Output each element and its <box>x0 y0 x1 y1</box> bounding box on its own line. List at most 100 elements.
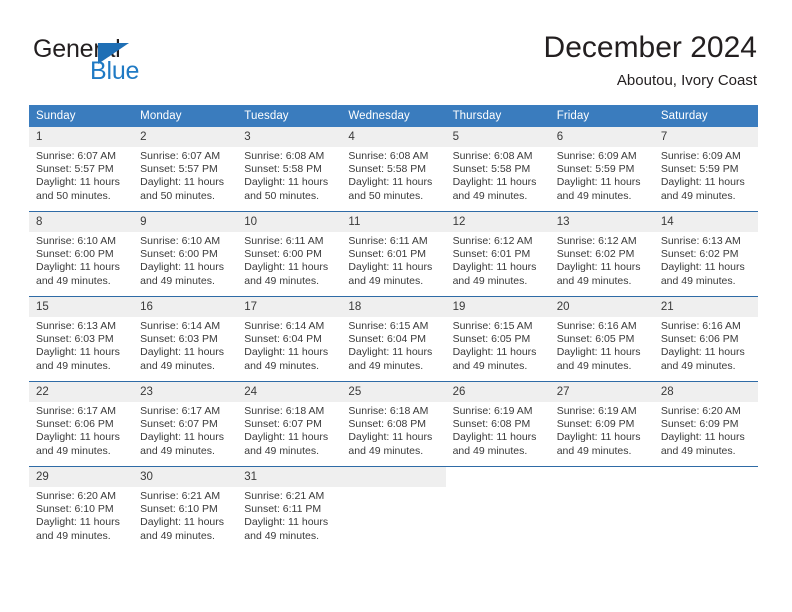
calendar-day-cell[interactable]: 13 Sunrise: 6:12 AM Sunset: 6:02 PM Dayligh… <box>549 211 654 297</box>
sunrise-text: Sunrise: 6:09 AM <box>660 150 741 162</box>
day-info: Sunrise: 6:08 AM Sunset: 5:58 PM Daylight:… <box>237 147 341 203</box>
day-info: Sunrise: 6:20 AM Sunset: 6:10 PM Daylight:… <box>29 487 133 543</box>
day-info: Sunrise: 6:19 AM Sunset: 6:09 PM Daylight:… <box>550 402 654 458</box>
calendar-day-cell[interactable]: 17 Sunrise: 6:14 AM Sunset: 6:04 PM Dayligh… <box>237 296 342 382</box>
day-cell-inner: 28 Sunrise: 6:20 AM Sunset: 6:09 PM Dayligh… <box>653 382 758 466</box>
daylight-text-line2: and 49 minutes. <box>660 359 736 372</box>
daylight-text-line2: and 49 minutes. <box>452 189 528 202</box>
calendar-day-cell[interactable]: 1 Sunrise: 6:07 AM Sunset: 5:57 PM Daylight… <box>29 127 134 212</box>
sunset-text: Sunset: 6:03 PM <box>140 333 218 346</box>
calendar-day-cell[interactable]: 31 Sunrise: 6:21 AM Sunset: 6:11 PM Dayligh… <box>237 466 342 551</box>
calendar-day-cell[interactable]: 10 Sunrise: 6:11 AM Sunset: 6:00 PM Dayligh… <box>237 211 342 297</box>
calendar-day-cell[interactable]: 9 Sunrise: 6:10 AM Sunset: 6:00 PM Daylight… <box>133 211 238 297</box>
day-number: 31 <box>237 467 342 487</box>
day-info: Sunrise: 6:13 AM Sunset: 6:03 PM Daylight:… <box>29 317 133 373</box>
calendar-day-cell <box>653 466 758 551</box>
daylight-text-line2: and 49 minutes. <box>244 529 319 542</box>
calendar-body: 1 Sunrise: 6:07 AM Sunset: 5:57 PM Daylight… <box>29 127 758 551</box>
sunrise-text: Sunrise: 6:21 AM <box>140 490 221 502</box>
sunrise-text: Sunrise: 6:15 AM <box>348 320 429 332</box>
calendar-page: General Blue December 2024 Aboutou, Ivor… <box>0 0 792 612</box>
day-number: 26 <box>445 382 550 402</box>
calendar-day-cell[interactable]: 15 Sunrise: 6:13 AM Sunset: 6:03 PM Dayligh… <box>29 296 134 382</box>
day-number: 28 <box>653 382 758 402</box>
day-cell-inner: 23 Sunrise: 6:17 AM Sunset: 6:07 PM Dayligh… <box>133 382 238 466</box>
day-cell-inner: 22 Sunrise: 6:17 AM Sunset: 6:06 PM Dayligh… <box>29 382 134 466</box>
weekday-header-monday: Monday <box>133 105 238 127</box>
day-info: Sunrise: 6:14 AM Sunset: 6:03 PM Daylight:… <box>133 317 237 373</box>
day-cell-inner <box>654 467 758 551</box>
calendar-day-cell[interactable]: 5 Sunrise: 6:08 AM Sunset: 5:58 PM Daylight… <box>445 127 550 212</box>
calendar-day-cell <box>341 466 446 551</box>
sunset-text: Sunset: 6:05 PM <box>556 333 635 346</box>
calendar-day-cell[interactable]: 27 Sunrise: 6:19 AM Sunset: 6:09 PM Dayligh… <box>549 381 654 467</box>
sunset-text: Sunset: 6:07 PM <box>244 418 322 431</box>
calendar-day-cell[interactable]: 22 Sunrise: 6:17 AM Sunset: 6:06 PM Dayligh… <box>29 381 134 467</box>
daylight-text-line1: Daylight: 11 hours <box>660 261 745 274</box>
calendar-day-cell[interactable]: 21 Sunrise: 6:16 AM Sunset: 6:06 PM Dayligh… <box>653 296 758 382</box>
calendar-day-cell[interactable]: 3 Sunrise: 6:08 AM Sunset: 5:58 PM Daylight… <box>237 127 342 212</box>
calendar-day-cell[interactable]: 24 Sunrise: 6:18 AM Sunset: 6:07 PM Dayligh… <box>237 381 342 467</box>
sunrise-text: Sunrise: 6:11 AM <box>244 235 324 247</box>
daylight-text-line2: and 49 minutes. <box>140 359 215 372</box>
calendar-day-cell[interactable]: 16 Sunrise: 6:14 AM Sunset: 6:03 PM Dayligh… <box>133 296 238 382</box>
daylight-text-line1: Daylight: 11 hours <box>348 261 433 274</box>
location-subtitle: Aboutou, Ivory Coast <box>616 72 757 89</box>
day-number: 15 <box>29 297 134 317</box>
calendar-day-cell[interactable]: 20 Sunrise: 6:16 AM Sunset: 6:05 PM Dayligh… <box>549 296 654 382</box>
sunset-text: Sunset: 6:06 PM <box>36 418 114 431</box>
calendar-day-cell[interactable]: 29 Sunrise: 6:20 AM Sunset: 6:10 PM Dayligh… <box>29 466 134 551</box>
day-info: Sunrise: 6:13 AM Sunset: 6:02 PM Daylight:… <box>654 232 758 288</box>
daylight-text-line2: and 50 minutes. <box>348 189 424 202</box>
calendar-day-cell[interactable]: 14 Sunrise: 6:13 AM Sunset: 6:02 PM Dayligh… <box>653 211 758 297</box>
day-cell-inner: 20 Sunrise: 6:16 AM Sunset: 6:05 PM Dayligh… <box>549 297 654 381</box>
day-cell-inner: 11 Sunrise: 6:11 AM Sunset: 6:01 PM Dayligh… <box>341 212 446 296</box>
daylight-text-line1: Daylight: 11 hours <box>660 176 745 189</box>
calendar-day-cell[interactable]: 30 Sunrise: 6:21 AM Sunset: 6:10 PM Dayligh… <box>133 466 238 551</box>
sunset-text: Sunset: 6:05 PM <box>452 333 531 346</box>
sunset-text: Sunset: 6:01 PM <box>452 248 531 261</box>
day-cell-inner: 17 Sunrise: 6:14 AM Sunset: 6:04 PM Dayligh… <box>237 297 342 381</box>
daylight-text-line2: and 49 minutes. <box>244 274 319 287</box>
daylight-text-line2: and 49 minutes. <box>244 359 319 372</box>
page-title: December 2024 <box>543 31 757 64</box>
weekday-header-friday: Friday <box>549 105 654 127</box>
daylight-text-line1: Daylight: 11 hours <box>660 346 745 359</box>
day-cell-inner: 26 Sunrise: 6:19 AM Sunset: 6:08 PM Dayligh… <box>445 382 550 466</box>
calendar-day-cell[interactable]: 28 Sunrise: 6:20 AM Sunset: 6:09 PM Dayligh… <box>653 381 758 467</box>
day-info: Sunrise: 6:18 AM Sunset: 6:07 PM Daylight:… <box>237 402 341 458</box>
calendar-day-cell[interactable]: 4 Sunrise: 6:08 AM Sunset: 5:58 PM Daylight… <box>341 127 446 212</box>
calendar-day-cell[interactable]: 7 Sunrise: 6:09 AM Sunset: 5:59 PM Daylight… <box>653 127 758 212</box>
sunset-text: Sunset: 5:59 PM <box>660 163 739 176</box>
day-info: Sunrise: 6:11 AM Sunset: 6:01 PM Daylight:… <box>341 232 445 288</box>
calendar-day-cell[interactable]: 19 Sunrise: 6:15 AM Sunset: 6:05 PM Dayligh… <box>445 296 550 382</box>
day-number: 4 <box>341 127 446 147</box>
sunrise-text: Sunrise: 6:10 AM <box>36 235 116 247</box>
daylight-text-line1: Daylight: 11 hours <box>36 516 120 529</box>
daylight-text-line2: and 50 minutes. <box>140 189 215 202</box>
daylight-text-line1: Daylight: 11 hours <box>244 431 329 444</box>
daylight-text-line2: and 49 minutes. <box>36 529 111 542</box>
daylight-text-line2: and 50 minutes. <box>244 189 319 202</box>
sunset-text: Sunset: 5:59 PM <box>556 163 635 176</box>
daylight-text-line2: and 49 minutes. <box>244 444 319 457</box>
calendar-day-cell[interactable]: 2 Sunrise: 6:07 AM Sunset: 5:57 PM Daylight… <box>133 127 238 212</box>
sunset-text: Sunset: 6:10 PM <box>36 503 114 516</box>
calendar-day-cell[interactable]: 18 Sunrise: 6:15 AM Sunset: 6:04 PM Dayligh… <box>341 296 446 382</box>
daylight-text-line2: and 49 minutes. <box>556 274 632 287</box>
calendar-day-cell[interactable]: 6 Sunrise: 6:09 AM Sunset: 5:59 PM Daylight… <box>549 127 654 212</box>
day-info: Sunrise: 6:17 AM Sunset: 6:06 PM Daylight:… <box>29 402 133 458</box>
calendar-day-cell[interactable]: 8 Sunrise: 6:10 AM Sunset: 6:00 PM Daylight… <box>29 211 134 297</box>
day-cell-inner: 19 Sunrise: 6:15 AM Sunset: 6:05 PM Dayligh… <box>445 297 550 381</box>
calendar-day-cell[interactable]: 23 Sunrise: 6:17 AM Sunset: 6:07 PM Dayligh… <box>133 381 238 467</box>
daylight-text-line1: Daylight: 11 hours <box>36 176 120 189</box>
day-info: Sunrise: 6:17 AM Sunset: 6:07 PM Daylight:… <box>133 402 237 458</box>
day-info: Sunrise: 6:10 AM Sunset: 6:00 PM Daylight:… <box>133 232 237 288</box>
day-cell-inner: 30 Sunrise: 6:21 AM Sunset: 6:10 PM Dayligh… <box>133 467 238 551</box>
day-number: 2 <box>133 127 238 147</box>
calendar-day-cell[interactable]: 11 Sunrise: 6:11 AM Sunset: 6:01 PM Dayligh… <box>341 211 446 297</box>
calendar-day-cell[interactable]: 25 Sunrise: 6:18 AM Sunset: 6:08 PM Dayligh… <box>341 381 446 467</box>
calendar-day-cell[interactable]: 12 Sunrise: 6:12 AM Sunset: 6:01 PM Dayligh… <box>445 211 550 297</box>
calendar-day-cell[interactable]: 26 Sunrise: 6:19 AM Sunset: 6:08 PM Dayligh… <box>445 381 550 467</box>
title-block: December 2024 Aboutou, Ivory Coast <box>544 30 757 90</box>
